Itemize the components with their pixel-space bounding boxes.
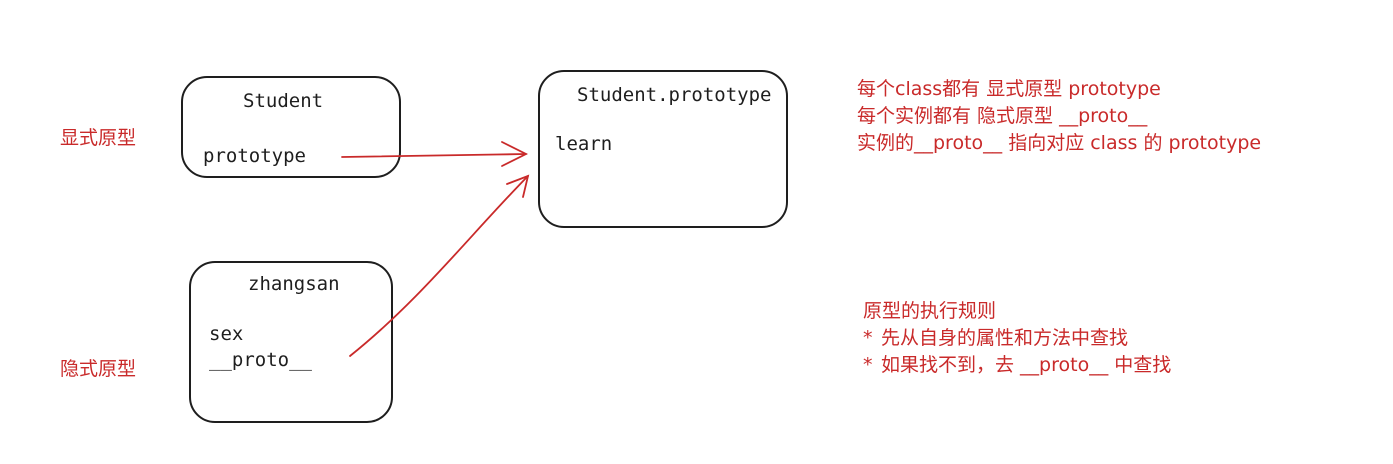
- notes-block: 每个class都有 显式原型 prototype 每个实例都有 隐式原型 __p…: [857, 76, 1261, 157]
- proto-arrow: [349, 174, 530, 357]
- note-line: 每个实例都有 隐式原型 __proto__: [857, 105, 1148, 127]
- rule-text: 先从自身的属性和方法中查找: [881, 327, 1129, 349]
- bullet-icon: *: [863, 354, 873, 376]
- note-line: 实例的__proto__ 指向对应 class 的 prototype: [857, 132, 1262, 154]
- rules-heading: 原型的执行规则: [863, 300, 997, 322]
- bullet-icon: *: [863, 327, 873, 349]
- rule-item: * 先从自身的属性和方法中查找: [863, 325, 1171, 352]
- rules-block: 原型的执行规则 * 先从自身的属性和方法中查找 * 如果找不到，去 __proto_…: [863, 298, 1171, 379]
- note-line: 每个class都有 显式原型 prototype: [857, 78, 1161, 100]
- arrows-layer: [341, 141, 530, 357]
- rule-text: 如果找不到，去 __proto__ 中查找: [881, 354, 1172, 376]
- rule-item: * 如果找不到，去 __proto__ 中查找: [863, 352, 1171, 379]
- diagram-canvas: 显式原型 隐式原型 Student prototype Student.prot…: [0, 0, 1393, 464]
- prototype-arrow: [341, 141, 529, 167]
